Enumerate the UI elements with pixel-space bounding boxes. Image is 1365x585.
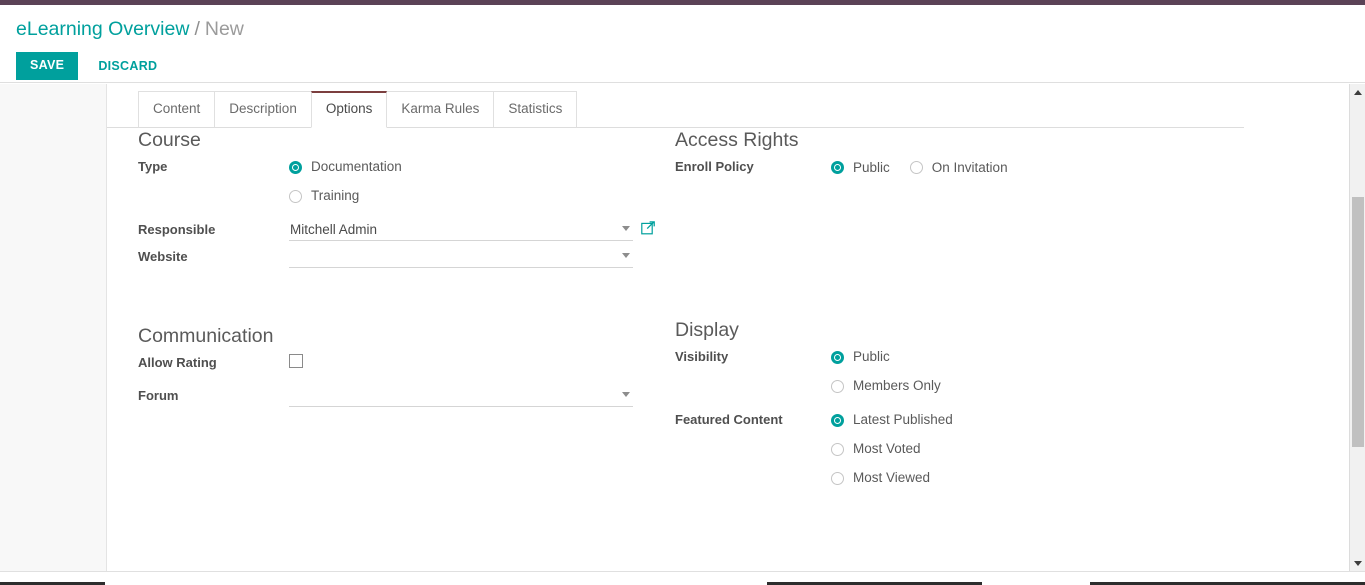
radio-option-most-viewed[interactable]: Most Viewed [831,467,1175,489]
field-featured-content-value: Latest Published Most Voted Most Viewed [831,409,1175,489]
radio-option-enroll-public[interactable]: Public [831,160,890,175]
field-enroll-policy-label: Enroll Policy [675,159,754,174]
control-panel: eLearning Overview / New SAVE DISCARD [0,5,1365,83]
group-course-title: Course [138,129,201,151]
radio-training-label: Training [311,188,360,203]
field-featured-content: Featured Content Latest Published Most V… [675,409,1175,489]
radio-most-voted-label: Most Voted [853,441,921,456]
scroll-down-arrow-icon[interactable] [1350,555,1365,571]
field-forum-label: Forum [138,388,179,403]
field-enroll-policy-value: Public On Invitation [831,156,1175,178]
website-input-wrap[interactable] [289,246,633,268]
breadcrumb-root-link[interactable]: eLearning Overview [16,18,189,40]
group-course: Course Type Documentation Training Respo… [138,128,668,268]
radio-most-viewed-label: Most Viewed [853,470,931,485]
allow-rating-checkbox[interactable] [289,353,303,368]
field-forum-value [289,385,668,407]
scroll-up-arrow-icon[interactable] [1350,84,1365,100]
field-allow-rating-label: Allow Rating [138,355,217,370]
vertical-scrollbar-thumb[interactable] [1352,197,1364,447]
group-communication-title: Communication [138,325,274,347]
form-column-right: Access Rights Enroll Policy Public On In… [675,128,1175,489]
radio-documentation-label: Documentation [311,159,402,174]
field-featured-content-label: Featured Content [675,412,783,427]
form-column-left: Course Type Documentation Training Respo… [138,128,668,407]
tab-statistics[interactable]: Statistics [493,91,578,128]
save-button[interactable]: SAVE [16,52,79,80]
group-display: Display Visibility Public Members Only F… [675,318,1175,489]
radio-enroll-public-icon[interactable] [831,160,844,174]
responsible-chevron-down-icon[interactable] [622,226,630,231]
breadcrumb-current: New [204,18,244,40]
responsible-external-link-icon[interactable] [641,221,655,235]
field-website-value [289,246,668,268]
form-sheet: Content Description Options Karma Rules … [107,84,1244,571]
radio-option-documentation[interactable]: Documentation [289,156,668,178]
forum-chevron-down-icon[interactable] [622,392,630,397]
group-display-title: Display [675,319,739,341]
radio-option-latest-published[interactable]: Latest Published [831,409,1175,431]
notebook-tabs: Content Description Options Karma Rules … [138,91,578,128]
field-website: Website [138,246,668,268]
field-forum: Forum [138,385,668,407]
notebook-tab-strip: Content Description Options Karma Rules … [107,84,1244,128]
radio-visibility-public-icon[interactable] [831,350,844,364]
tab-karma-rules[interactable]: Karma Rules [387,91,494,128]
group-access-rights: Access Rights Enroll Policy Public On In… [675,128,1175,178]
field-visibility-label: Visibility [675,349,729,364]
radio-option-visibility-public[interactable]: Public [831,346,1175,368]
field-website-label: Website [138,249,188,264]
field-allow-rating: Allow Rating [138,352,668,374]
group-communication: Communication Allow Rating Forum [138,324,668,407]
breadcrumb-separator: / [194,18,200,40]
radio-latest-published-label: Latest Published [853,412,953,427]
odoo-form-view: eLearning Overview / New SAVE DISCARD Cont… [0,0,1365,585]
tab-content[interactable]: Content [138,91,215,128]
breadcrumb: eLearning Overview / New [16,15,244,43]
radio-option-most-voted[interactable]: Most Voted [831,438,1175,460]
radio-option-visibility-members-only[interactable]: Members Only [831,375,1175,397]
radio-visibility-members-only-icon[interactable] [831,379,844,393]
radio-documentation-icon[interactable] [289,160,302,174]
responsible-input-wrap[interactable]: Mitchell Admin [289,219,655,241]
control-panel-buttons: SAVE DISCARD [16,52,161,80]
radio-training-icon[interactable] [289,189,302,203]
radio-visibility-members-only-label: Members Only [853,378,941,393]
field-enroll-policy: Enroll Policy Public On Invitation [675,156,1175,178]
field-allow-rating-value [289,352,668,370]
field-type-label: Type [138,159,168,174]
enroll-policy-radio-group: Public On Invitation [831,156,1175,178]
radio-latest-published-icon[interactable] [831,413,844,427]
field-visibility-value: Public Members Only [831,346,1175,397]
field-responsible: Responsible Mitchell Admin [138,219,668,241]
radio-enroll-public-label: Public [853,159,890,175]
field-type-value: Documentation Training [289,156,668,207]
discard-button[interactable]: DISCARD [94,52,161,80]
field-type: Type Documentation Training [138,156,668,207]
radio-enroll-on-invitation-label: On Invitation [931,159,1008,175]
tab-options[interactable]: Options [310,91,388,128]
forum-input-wrap[interactable] [289,385,633,407]
group-access-rights-title: Access Rights [675,129,799,151]
options-tab-panel: Course Type Documentation Training Respo… [107,128,1244,571]
responsible-input[interactable]: Mitchell Admin [289,220,377,240]
field-responsible-value: Mitchell Admin [289,219,668,241]
radio-most-viewed-icon[interactable] [831,471,844,485]
radio-option-enroll-on-invitation[interactable]: On Invitation [909,159,1008,175]
vertical-scrollbar[interactable] [1349,84,1365,571]
radio-option-training[interactable]: Training [289,185,668,207]
field-visibility: Visibility Public Members Only [675,346,1175,397]
website-chevron-down-icon[interactable] [622,253,630,258]
radio-visibility-public-label: Public [853,349,890,364]
left-rail [0,84,107,571]
radio-enroll-on-invitation-icon[interactable] [909,160,923,174]
horizontal-scrollbar[interactable] [0,571,1365,585]
field-responsible-label: Responsible [138,222,216,237]
radio-most-voted-icon[interactable] [831,442,844,456]
tab-description[interactable]: Description [214,91,311,128]
